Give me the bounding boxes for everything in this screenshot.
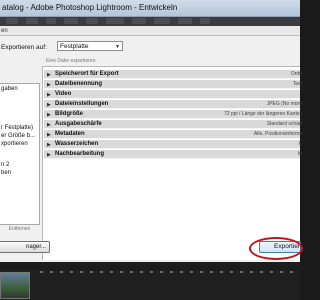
section-summary: 72 ppi / Länge der längeren Kante am [224,111,302,117]
preset-item[interactable]: xportieren [1,141,28,147]
triangle-right-icon: ▶ [47,92,51,98]
film-sprocket [100,271,103,273]
triangle-right-icon: ▶ [47,102,51,108]
section-title: Nachbearbeitung [55,151,105,157]
film-sprocket [70,271,73,273]
export-button[interactable]: Exportiere [259,241,301,253]
film-sprocket [290,271,293,273]
export-to-label: Exportieren auf: [1,44,47,51]
section-summary: Standard schärf [266,121,302,127]
section-title: Dateieinstellungen [55,101,109,107]
triangle-right-icon: ▶ [47,72,51,78]
film-sprocket [50,271,53,273]
preset-item[interactable]: gaben [1,86,18,92]
triangle-right-icon: ▶ [47,112,51,118]
window-titlebar[interactable]: atalog - Adobe Photoshop Lightroom - Ent… [0,0,300,17]
plugin-manager-button[interactable]: nager... [0,241,50,253]
film-sprocket [200,271,203,273]
section-summary: In [297,151,302,157]
film-sprocket [250,271,253,273]
preset-list[interactable]: gaben r Festplatte) er Größe b... xporti… [0,83,40,225]
section-title: Metadaten [55,131,85,137]
menu-bar [0,17,300,26]
section-title: Ausgabeschärfe [55,121,102,127]
film-sprocket [280,271,283,273]
window-title: atalog - Adobe Photoshop Lightroom - Ent… [2,3,178,12]
section-summary: K [298,141,302,147]
film-sprocket [130,271,133,273]
section-watermark[interactable]: ▶ Wasserzeichen K [44,140,302,149]
preset-item[interactable]: r Festplatte) [1,125,33,131]
filmstrip[interactable] [0,270,300,300]
section-output-sharpening[interactable]: ▶ Ausgabeschärfe Standard schärf [44,120,302,129]
export-target-value: Festplatte [60,43,89,50]
menu-item[interactable] [178,18,192,24]
section-summary: Alle, Positionsinforma [253,131,302,137]
menu-item[interactable] [26,18,38,24]
menu-item[interactable] [200,18,210,24]
section-summary: JPEG (No more [266,101,302,107]
menu-item[interactable] [132,18,146,24]
film-sprocket [240,271,243,273]
film-sprocket [170,271,173,273]
film-sprocket [140,271,143,273]
section-title: Speicherort für Export [55,71,119,77]
photo-thumbnail[interactable] [0,272,30,299]
menu-item[interactable] [64,18,78,24]
film-sprocket [120,271,123,273]
film-sprocket [260,271,263,273]
chevron-down-icon: ▼ [115,44,120,50]
film-sprocket [110,271,113,273]
film-sprocket [180,271,183,273]
section-metadata[interactable]: ▶ Metadaten Alle, Positionsinforma [44,130,302,139]
section-video[interactable]: ▶ Video [44,90,300,99]
section-title: Dateibenennung [55,81,103,87]
menu-item[interactable] [6,18,18,24]
triangle-right-icon: ▶ [47,132,51,138]
section-title: Video [55,91,72,97]
export-settings-panel: ▶ Speicherort für Export Ordn ▶ Dateiben… [42,66,302,260]
menu-item[interactable] [86,18,98,24]
dialog-title: en [1,28,8,34]
film-sprocket [190,271,193,273]
section-post-processing[interactable]: ▶ Nachbearbeitung In [44,150,302,159]
film-sprocket [40,271,43,273]
section-file-naming[interactable]: ▶ Dateibenennung Test [44,80,302,89]
film-sprocket [90,271,93,273]
film-sprocket [220,271,223,273]
preset-item[interactable]: ben [1,170,11,176]
triangle-right-icon: ▶ [47,152,51,158]
section-summary: Test [292,81,302,87]
preset-item[interactable]: n 2 [1,162,9,168]
film-sprocket [270,271,273,273]
export-target-select[interactable]: Festplatte ▼ [57,41,123,51]
section-file-settings[interactable]: ▶ Dateieinstellungen JPEG (No more [44,100,302,109]
section-title: Bildgröße [55,111,83,117]
film-sprocket [150,271,153,273]
section-title: Wasserzeichen [55,141,99,147]
menu-item[interactable] [154,18,170,24]
menu-item[interactable] [106,18,124,24]
triangle-right-icon: ▶ [47,82,51,88]
export-dialog: Exportieren auf: Festplatte ▼ Eine Datei… [0,36,302,262]
dialog-titlebar: en [0,26,300,36]
menu-item[interactable] [46,18,56,24]
triangle-right-icon: ▶ [47,142,51,148]
preset-item[interactable]: er Größe b... [1,133,35,139]
section-summary: Ordn [290,71,302,77]
film-sprocket [160,271,163,273]
section-export-location[interactable]: ▶ Speicherort für Export Ordn [44,70,302,79]
export-info: Eine Datei exportieren [46,58,96,64]
film-sprocket [230,271,233,273]
section-image-size[interactable]: ▶ Bildgröße 72 ppi / Länge der längeren … [44,110,302,119]
film-sprocket [60,271,63,273]
triangle-right-icon: ▶ [47,122,51,128]
film-sprocket [80,271,83,273]
film-sprocket [210,271,213,273]
remove-button[interactable]: Entfernen [3,225,36,233]
